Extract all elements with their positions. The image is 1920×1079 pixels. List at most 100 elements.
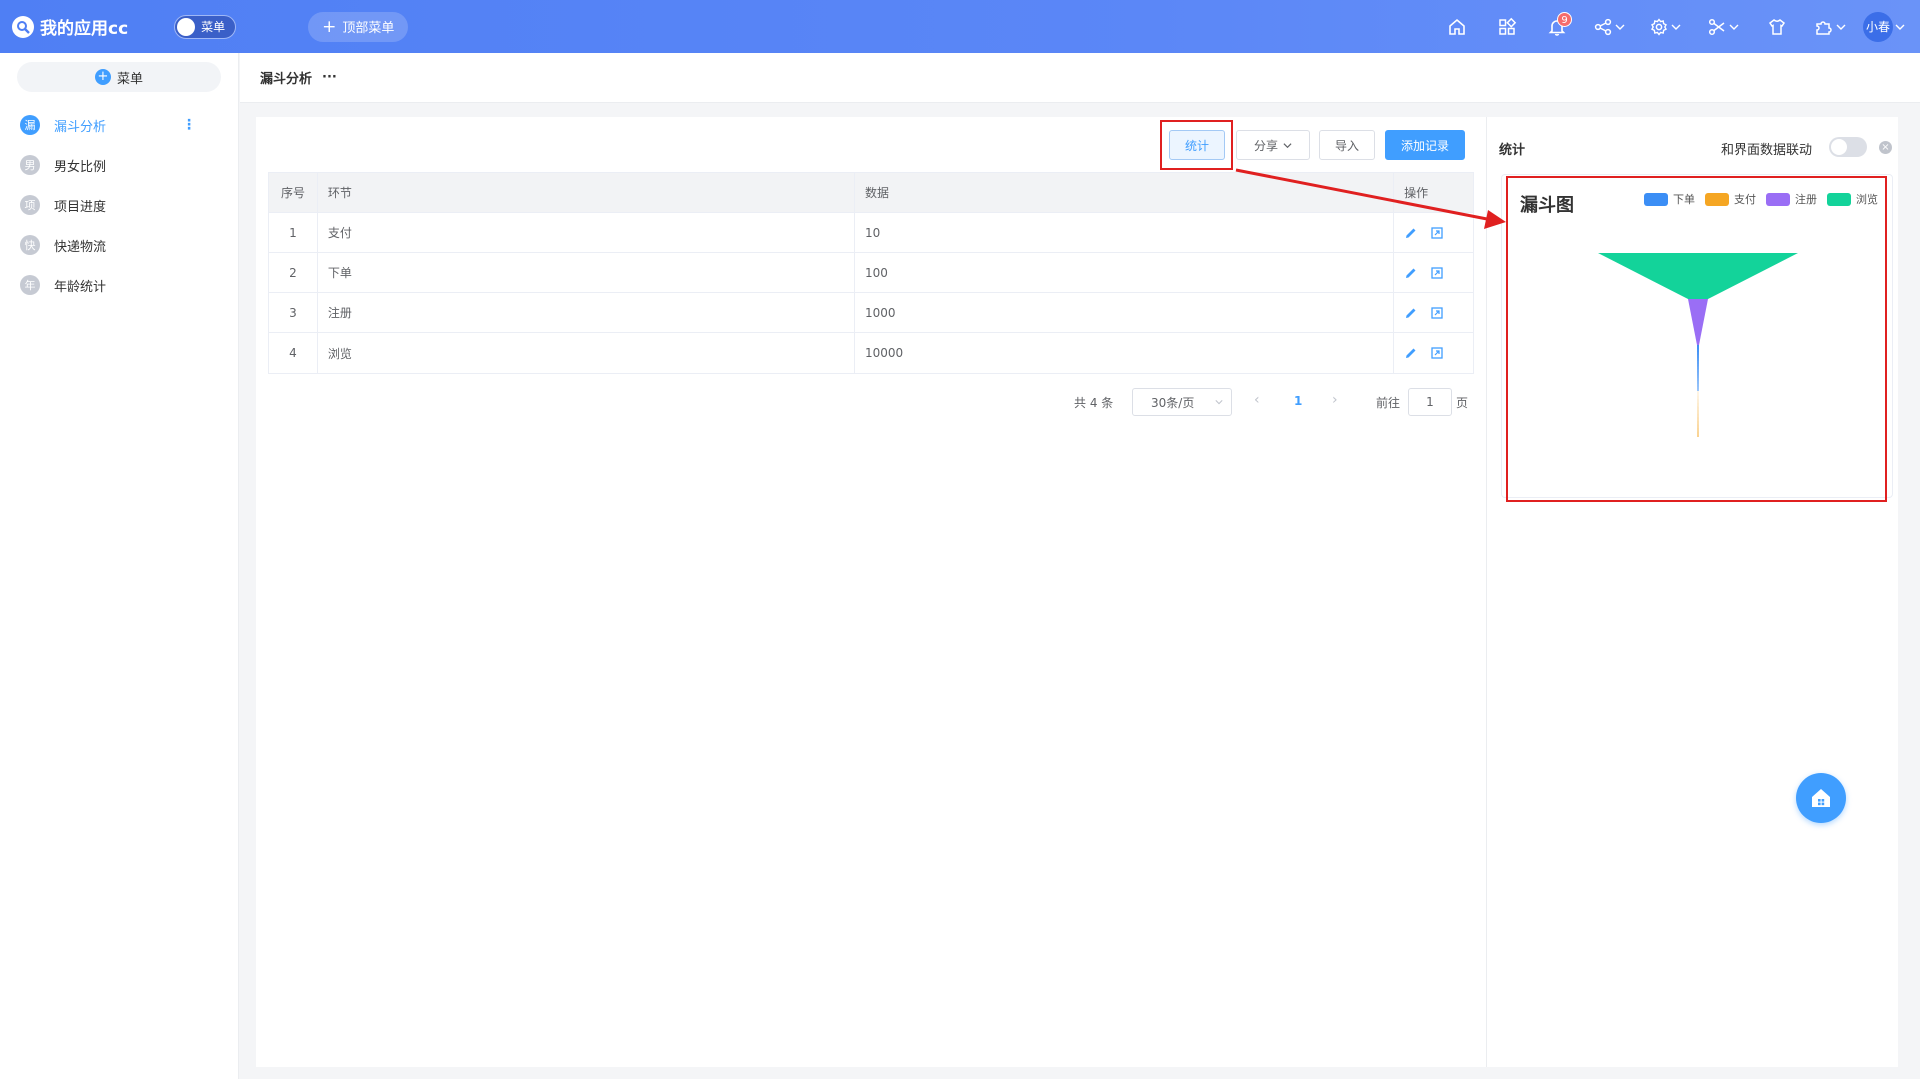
- row-index: 1: [269, 213, 318, 252]
- toggle-knob: [177, 17, 196, 36]
- linkage-label: 和界面数据联动: [1721, 143, 1813, 158]
- sidebar-item-age-stats[interactable]: 年 年龄统计: [0, 270, 239, 300]
- age-menu-icon: 年: [20, 275, 40, 295]
- header-index: 序号: [269, 173, 318, 212]
- prev-page-button[interactable]: ‹: [1254, 392, 1260, 408]
- scissors-icon: [1708, 18, 1725, 35]
- more-vertical-icon[interactable]: ⋮: [182, 117, 196, 133]
- highlight-box-statistics: [1160, 120, 1233, 170]
- notification-badge: 9: [1557, 12, 1572, 27]
- app-brand[interactable]: 我的应用cc: [12, 14, 128, 39]
- home-icon: [1449, 18, 1465, 35]
- sidebar-item-funnel[interactable]: 漏 漏斗分析 ⋮: [0, 110, 239, 140]
- breadcrumb: 漏斗分析 ···: [240, 53, 1920, 103]
- row-step: 浏览: [318, 333, 856, 373]
- edit-icon[interactable]: [1404, 226, 1418, 240]
- page-suffix: 页: [1456, 396, 1469, 410]
- plus-circle-icon: +: [94, 69, 111, 85]
- chevron-down-icon: [1215, 400, 1223, 405]
- row-step: 下单: [318, 253, 856, 292]
- chevron-down-icon: [1671, 24, 1681, 30]
- header-value: 数据: [855, 173, 1395, 212]
- sidebar-item-label: 快递物流: [54, 239, 107, 255]
- header-actions: 操作: [1404, 186, 1429, 200]
- table-row: 2 下单 100: [269, 253, 1473, 293]
- detail-icon[interactable]: [1430, 226, 1444, 240]
- page-size-value: 30条/页: [1151, 395, 1195, 410]
- edit-icon[interactable]: [1404, 346, 1418, 360]
- total-count: 共 4 条: [1074, 396, 1114, 410]
- edit-icon[interactable]: [1404, 306, 1418, 320]
- chevron-down-icon: [1283, 142, 1292, 148]
- row-step: 支付: [318, 213, 856, 252]
- next-page-button[interactable]: ›: [1332, 392, 1338, 408]
- data-table-card: 统计 分享 导入 添加记录 序号 环节 数据 操作 1 支付 10 2 下单 1…: [256, 117, 1486, 1067]
- detail-icon[interactable]: [1430, 306, 1444, 320]
- gear-icon: [1651, 17, 1667, 36]
- row-index: 2: [269, 253, 318, 292]
- table-row: 3 注册 1000: [269, 293, 1473, 333]
- funnel-menu-icon: 漏: [20, 115, 40, 135]
- table-header-row: 序号 环节 数据 操作: [269, 173, 1473, 213]
- notification-button[interactable]: 9: [1532, 0, 1582, 53]
- row-index: 3: [269, 293, 318, 332]
- row-value: 1000: [855, 293, 1395, 332]
- avatar: 小春: [1863, 11, 1893, 42]
- current-page[interactable]: 1: [1294, 394, 1302, 408]
- top-navbar: 我的应用cc 菜单 + 顶部菜单 9 小春: [0, 0, 1920, 53]
- import-button[interactable]: 导入: [1319, 130, 1375, 160]
- logistics-menu-icon: 快: [20, 235, 40, 255]
- chevron-down-icon: [1836, 24, 1846, 30]
- plus-icon: +: [322, 16, 337, 37]
- theme-button[interactable]: [1752, 0, 1802, 53]
- add-record-button[interactable]: 添加记录: [1385, 130, 1465, 160]
- app-logo-icon: [12, 15, 34, 38]
- sidebar-item-label: 年龄统计: [54, 279, 107, 295]
- share-icon: [1594, 18, 1612, 35]
- top-menu-label: 顶部菜单: [342, 21, 395, 36]
- project-menu-icon: 项: [20, 195, 40, 215]
- home-icon: [1812, 789, 1830, 807]
- top-menu-button[interactable]: + 顶部菜单: [308, 11, 409, 42]
- row-index: 4: [269, 333, 318, 373]
- add-menu-label: 菜单: [116, 71, 143, 87]
- table-row: 4 浏览 10000: [269, 333, 1473, 373]
- panel-title: 统计: [1499, 143, 1526, 158]
- row-value: 10: [855, 213, 1395, 252]
- page-size-select[interactable]: 30条/页: [1132, 388, 1232, 416]
- add-menu-button[interactable]: + 菜单: [17, 62, 221, 92]
- user-menu-button[interactable]: 小春: [1858, 0, 1910, 53]
- goto-label: 前往: [1376, 396, 1401, 410]
- menu-toggle-label: 菜单: [201, 20, 226, 34]
- menu-toggle-switch[interactable]: 菜单: [174, 14, 237, 39]
- apps-button[interactable]: [1482, 0, 1532, 53]
- sidebar-item-label: 男女比例: [54, 159, 107, 175]
- detail-icon[interactable]: [1430, 266, 1444, 280]
- plugins-menu-button[interactable]: [1802, 0, 1858, 53]
- floating-home-button[interactable]: [1796, 773, 1846, 823]
- linkage-switch[interactable]: [1829, 137, 1867, 157]
- settings-menu-button[interactable]: [1636, 0, 1694, 53]
- share-button[interactable]: 分享: [1236, 130, 1310, 160]
- data-table: 序号 环节 数据 操作 1 支付 10 2 下单 100 3 注册 1000 4…: [268, 172, 1474, 374]
- sidebar: + 菜单 漏 漏斗分析 ⋮ 男 男女比例 项 项目进度 快 快递物流 年 年龄统…: [0, 53, 239, 1079]
- header-step: 环节: [318, 173, 856, 212]
- row-value: 100: [855, 253, 1395, 292]
- share-menu-button[interactable]: [1582, 0, 1636, 53]
- close-icon[interactable]: ×: [1879, 141, 1892, 154]
- sidebar-item-logistics[interactable]: 快 快递物流: [0, 230, 239, 260]
- tools-menu-button[interactable]: [1694, 0, 1752, 53]
- row-value: 10000: [855, 333, 1395, 373]
- home-button[interactable]: [1432, 0, 1482, 53]
- edit-icon[interactable]: [1404, 266, 1418, 280]
- sidebar-item-gender-ratio[interactable]: 男 男女比例: [0, 150, 239, 180]
- row-actions: [1394, 253, 1473, 292]
- sidebar-item-project-progress[interactable]: 项 项目进度: [0, 190, 239, 220]
- app-title: 我的应用cc: [40, 19, 129, 39]
- row-actions: [1394, 213, 1473, 252]
- puzzle-icon: [1816, 20, 1832, 35]
- detail-icon[interactable]: [1430, 346, 1444, 360]
- goto-page-input[interactable]: 1: [1408, 388, 1452, 416]
- page-more-button[interactable]: ···: [322, 70, 337, 85]
- page-title: 漏斗分析: [260, 72, 313, 87]
